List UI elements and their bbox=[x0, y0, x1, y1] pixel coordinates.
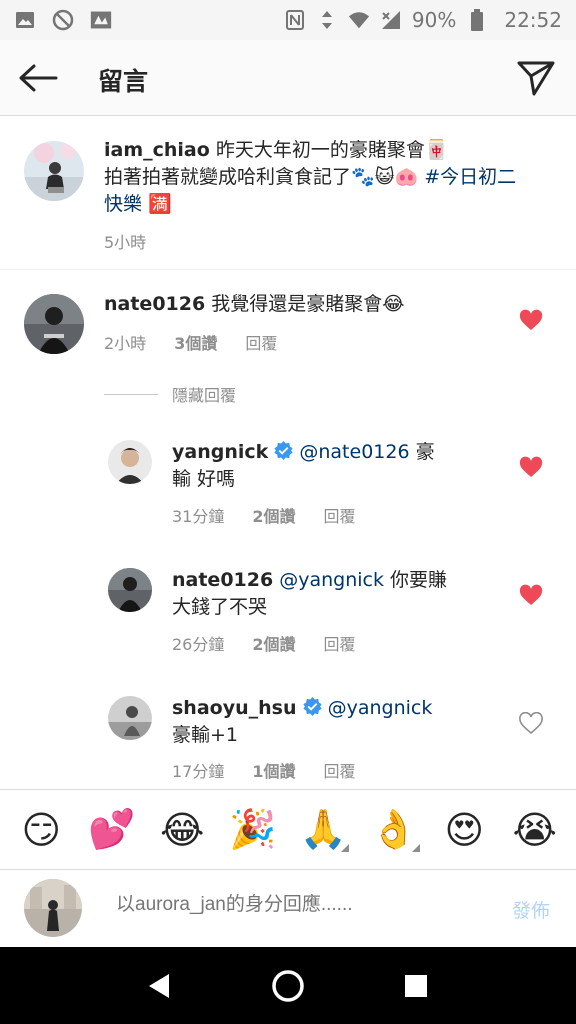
share-button[interactable] bbox=[514, 56, 558, 100]
reply-text: yangnick @nate0126 豪 輸 好嗎 bbox=[172, 441, 435, 490]
reply-username[interactable]: shaoyu_hsu bbox=[172, 697, 296, 719]
heart-filled-icon[interactable] bbox=[519, 584, 543, 608]
caption-timestamp: 5小時 bbox=[104, 233, 147, 252]
heart-filled-icon[interactable] bbox=[519, 309, 543, 333]
reply-link[interactable]: 回覆 bbox=[324, 503, 356, 527]
system-navigation-bar bbox=[0, 947, 576, 1024]
avatar[interactable] bbox=[24, 141, 84, 201]
comment-input[interactable] bbox=[116, 894, 476, 916]
emoji-cry-button[interactable]: 😭 bbox=[507, 802, 563, 858]
likes-count[interactable]: 3個讚 bbox=[174, 330, 217, 354]
mention-link[interactable]: @nate0126 bbox=[299, 441, 409, 463]
verified-badge-icon bbox=[274, 441, 293, 460]
likes-count[interactable]: 2個讚 bbox=[252, 503, 295, 527]
emoji-quick-bar: 😏 💕 😂 🎉 🙏 👌 😍 😭 bbox=[0, 789, 576, 869]
back-arrow-icon bbox=[19, 64, 58, 92]
reply-link[interactable]: 回覆 bbox=[324, 758, 356, 782]
emoji-hearts-button[interactable]: 💕 bbox=[84, 802, 140, 858]
signal-icon bbox=[380, 9, 402, 31]
nav-back-button[interactable] bbox=[138, 964, 182, 1008]
battery-icon bbox=[466, 9, 488, 31]
mention-link[interactable]: @yangnick bbox=[328, 697, 433, 719]
hide-replies-label: 隱藏回覆 bbox=[172, 386, 237, 405]
app-bar: 留言 bbox=[0, 40, 576, 116]
skin-tone-indicator bbox=[341, 843, 350, 852]
likes-count[interactable]: 1個讚 bbox=[252, 758, 295, 782]
caption-username[interactable]: iam_chiao bbox=[104, 139, 210, 161]
paw-emoji: 🐾 bbox=[351, 166, 375, 188]
hide-replies-toggle[interactable]: 隱藏回覆 bbox=[104, 382, 236, 406]
emoji-laugh-button[interactable]: 😂 bbox=[154, 802, 210, 858]
triangle-back-icon bbox=[149, 973, 169, 998]
back-button[interactable] bbox=[16, 56, 60, 100]
reply-timestamp: 26分鐘 bbox=[172, 635, 225, 654]
emoji-smirk-button[interactable]: 😏 bbox=[13, 802, 69, 858]
heart-filled-icon[interactable] bbox=[519, 456, 543, 480]
page-title: 留言 bbox=[98, 67, 149, 96]
data-saver-icon bbox=[52, 9, 74, 31]
nav-recents-button[interactable] bbox=[394, 964, 438, 1008]
mention-link[interactable]: @yangnick bbox=[279, 569, 384, 591]
comment-username[interactable]: nate0126 bbox=[104, 293, 205, 315]
emoji-ok-button[interactable]: 👌 bbox=[366, 802, 422, 858]
likes-count[interactable]: 2個讚 bbox=[252, 631, 295, 655]
reply-meta: 17分鐘 1個讚 回覆 bbox=[172, 758, 356, 782]
caption-text: iam_chiao 昨天大年初一的豪賭聚會🀄 拍著拍著就變成哈利貪食記了🐾😺🐽 … bbox=[104, 139, 517, 215]
avatar[interactable] bbox=[108, 696, 152, 740]
mahjong-emoji: 🀄 bbox=[424, 139, 449, 161]
comment-text: nate0126 我覺得還是豪賭聚會😂 bbox=[104, 293, 405, 315]
send-icon bbox=[517, 61, 555, 96]
reply-username[interactable]: yangnick bbox=[172, 441, 268, 463]
status-bar: 90% 22:52 bbox=[0, 0, 576, 40]
reply-meta: 26分鐘 2個讚 回覆 bbox=[172, 631, 356, 655]
caption-meta: 5小時 bbox=[104, 229, 146, 253]
reply-link[interactable]: 回覆 bbox=[245, 330, 277, 354]
divider-line bbox=[104, 393, 158, 395]
wifi-icon bbox=[348, 9, 370, 31]
post-button[interactable]: 發佈 bbox=[512, 896, 550, 923]
emoji-party-button[interactable]: 🎉 bbox=[225, 802, 281, 858]
verified-badge-icon bbox=[302, 697, 322, 716]
emoji-heart-eyes-button[interactable]: 😍 bbox=[436, 802, 492, 858]
full-emoji: 🈵 bbox=[142, 193, 172, 215]
circle-home-icon bbox=[272, 969, 304, 1002]
emoji-pray-button[interactable]: 🙏 bbox=[295, 802, 351, 858]
post-caption: iam_chiao 昨天大年初一的豪賭聚會🀄 拍著拍著就變成哈利貪食記了🐾😺🐽 … bbox=[0, 117, 576, 270]
nfc-icon bbox=[284, 9, 306, 31]
reply-username[interactable]: nate0126 bbox=[172, 569, 273, 591]
heart-outline-icon[interactable] bbox=[519, 712, 543, 736]
comments-list[interactable]: iam_chiao 昨天大年初一的豪賭聚會🀄 拍著拍著就變成哈利貪食記了🐾😺🐽 … bbox=[0, 117, 576, 789]
avatar[interactable] bbox=[108, 440, 152, 484]
reply-timestamp: 17分鐘 bbox=[172, 762, 225, 781]
comment-timestamp: 2小時 bbox=[104, 334, 147, 353]
reply-text: shaoyu_hsu @yangnick 豪輸+1 bbox=[172, 697, 433, 746]
reply-text: nate0126 @yangnick 你要賺 大錢了不哭 bbox=[172, 569, 448, 618]
reply-link[interactable]: 回覆 bbox=[324, 631, 356, 655]
reply-meta: 31分鐘 2個讚 回覆 bbox=[172, 503, 356, 527]
app-notification-icon bbox=[90, 9, 112, 31]
comment-meta: 2小時 3個讚 回覆 bbox=[104, 330, 277, 354]
nav-home-button[interactable] bbox=[266, 964, 310, 1008]
gallery-icon bbox=[14, 9, 36, 31]
avatar[interactable] bbox=[24, 294, 84, 354]
current-user-avatar bbox=[24, 879, 82, 937]
battery-percent: 90% bbox=[411, 8, 457, 32]
comment-composer: 發佈 bbox=[0, 869, 576, 947]
cat-pig-emoji: 😺🐽 bbox=[374, 166, 419, 188]
skin-tone-indicator bbox=[411, 843, 420, 852]
avatar[interactable] bbox=[108, 568, 152, 612]
clock: 22:52 bbox=[504, 8, 562, 32]
square-recents-icon bbox=[405, 974, 427, 997]
reply-timestamp: 31分鐘 bbox=[172, 507, 225, 526]
data-arrows-icon bbox=[316, 9, 338, 31]
